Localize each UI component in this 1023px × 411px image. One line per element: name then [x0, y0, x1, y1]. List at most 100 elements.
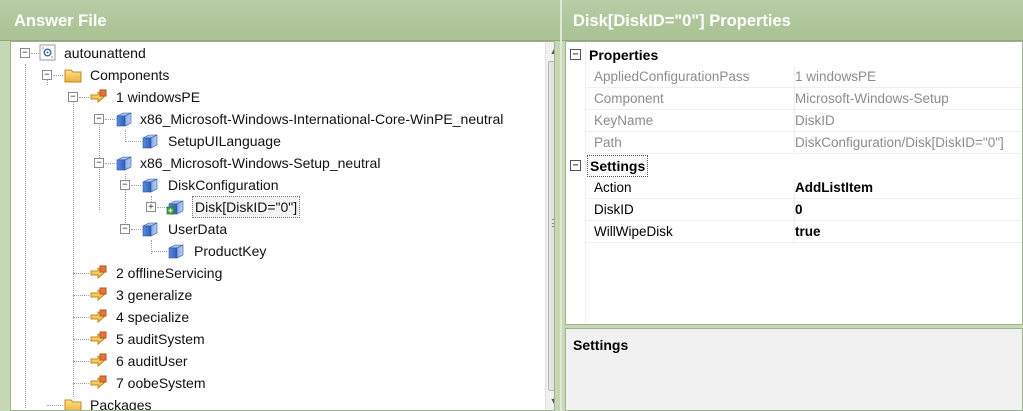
- tree-node-label: ProductKey: [194, 243, 267, 259]
- tree-node-label: Packages: [90, 397, 152, 411]
- property-grid-gutter: [566, 42, 586, 324]
- property-name: KeyName: [594, 113, 654, 128]
- tree-node-setupuilanguage[interactable]: SetupUILanguage: [11, 130, 541, 152]
- properties-pane: Disk[DiskID="0"] Properties − Properties…: [562, 0, 1023, 411]
- property-grid[interactable]: − Properties AppliedConfigurationPass 1 …: [565, 41, 1023, 325]
- category-label: Settings: [587, 155, 649, 177]
- list-item-cube-icon: [166, 200, 184, 215]
- property-value: 1 windowsPE: [794, 66, 1022, 88]
- config-pass-icon: [90, 375, 107, 390]
- category-collapse-toggle[interactable]: −: [570, 160, 581, 171]
- tree-node-label: DiskConfiguration: [168, 177, 279, 193]
- properties-pane-title: Disk[DiskID="0"] Properties: [562, 0, 1023, 41]
- property-name: DiskID: [594, 202, 634, 217]
- tree-node-label: 3 generalize: [116, 287, 193, 303]
- tree-node-label: SetupUILanguage: [168, 133, 281, 149]
- tree-node-windows-setup[interactable]: − x86_Microsoft-Windows-Setup_neutral: [11, 152, 541, 174]
- config-pass-icon: [90, 89, 107, 104]
- tree-node-label: Components: [90, 67, 170, 83]
- property-name: AppliedConfigurationPass: [594, 69, 750, 84]
- component-cube-icon: [142, 178, 158, 193]
- tree-node-packages[interactable]: Packages: [11, 394, 541, 411]
- property-name: Path: [594, 135, 622, 150]
- tree-node-label: autounattend: [64, 45, 146, 61]
- answer-file-pane: Answer File − autounattend − Components …: [0, 0, 560, 411]
- tree-node-oobesystem[interactable]: 7 oobeSystem: [11, 372, 541, 394]
- expand-toggle[interactable]: +: [146, 202, 156, 212]
- grip-icon: [552, 219, 554, 227]
- property-row-action[interactable]: Action AddListItem: [586, 177, 1022, 199]
- property-row-component[interactable]: Component Microsoft-Windows-Setup: [586, 88, 1022, 110]
- tree-node-diskconfiguration[interactable]: − DiskConfiguration: [11, 174, 541, 196]
- tree-connector: [53, 75, 63, 76]
- property-row-path[interactable]: Path DiskConfiguration/Disk[DiskID="0"]: [586, 132, 1022, 154]
- property-row-keyname[interactable]: KeyName DiskID: [586, 110, 1022, 132]
- tree-connector: [73, 361, 89, 362]
- collapse-toggle[interactable]: −: [42, 70, 52, 80]
- collapse-toggle[interactable]: −: [20, 48, 30, 58]
- tree-node-generalize[interactable]: 3 generalize: [11, 284, 541, 306]
- property-value: DiskConfiguration/Disk[DiskID="0"]: [794, 132, 1022, 154]
- tree-node-userdata[interactable]: − UserData: [11, 218, 541, 240]
- tree-node-label: 6 auditUser: [116, 353, 188, 369]
- tree-scrollbar[interactable]: ▲ ▼: [545, 42, 554, 410]
- category-settings[interactable]: − Settings: [566, 155, 1022, 177]
- answer-file-pane-title: Answer File: [0, 0, 560, 41]
- tree-connector: [73, 273, 89, 274]
- tree-node-label: 7 oobeSystem: [116, 375, 206, 391]
- category-properties[interactable]: − Properties: [566, 44, 1022, 66]
- tree-connector: [47, 405, 63, 406]
- tree-node-label: 1 windowsPE: [116, 89, 201, 105]
- config-pass-icon: [90, 265, 107, 280]
- collapse-toggle[interactable]: −: [120, 180, 130, 190]
- component-cube-icon: [116, 156, 132, 171]
- tree-connector: [73, 383, 89, 384]
- collapse-toggle[interactable]: −: [94, 158, 104, 168]
- property-value[interactable]: 0: [794, 199, 1022, 221]
- tree-node-offlineservicing[interactable]: 2 offlineServicing: [11, 262, 541, 284]
- tree-node-international-core-winpe[interactable]: − x86_Microsoft-Windows-International-Co…: [11, 108, 541, 130]
- tree-node-productkey[interactable]: ProductKey: [11, 240, 541, 262]
- scroll-up-arrow-icon[interactable]: ▲: [546, 42, 554, 59]
- property-value[interactable]: AddListItem: [794, 177, 1022, 199]
- component-cube-icon: [116, 112, 132, 127]
- property-row-diskid[interactable]: DiskID 0: [586, 199, 1022, 221]
- component-cube-icon: [142, 134, 158, 149]
- tree-connector: [73, 317, 89, 318]
- component-cube-icon: [168, 244, 184, 259]
- answer-file-tree[interactable]: − autounattend − Components − 1 windowsP…: [10, 41, 555, 411]
- tree-node-windowspe[interactable]: − 1 windowsPE: [11, 86, 541, 108]
- tree-node-auditsystem[interactable]: 5 auditSystem: [11, 328, 541, 350]
- tree-node-audituser[interactable]: 6 auditUser: [11, 350, 541, 372]
- tree-connector: [73, 339, 89, 340]
- tree-node-components[interactable]: − Components: [11, 64, 541, 86]
- answer-file-icon: [39, 44, 56, 61]
- config-pass-icon: [90, 309, 107, 324]
- collapse-toggle[interactable]: −: [68, 92, 78, 102]
- tree-node-label: 2 offlineServicing: [116, 265, 223, 281]
- category-collapse-toggle[interactable]: −: [570, 49, 581, 60]
- tree-node-label: Disk[DiskID="0"]: [192, 196, 301, 218]
- tree-node-specialize[interactable]: 4 specialize: [11, 306, 541, 328]
- tree-connector: [151, 251, 167, 252]
- description-panel: Settings: [565, 328, 1023, 411]
- property-name: WillWipeDisk: [594, 224, 673, 239]
- tree-node-label: 5 auditSystem: [116, 331, 205, 347]
- config-pass-icon: [90, 331, 107, 346]
- tree-node-disk-0[interactable]: + Disk[DiskID="0"]: [11, 196, 541, 218]
- config-pass-icon: [90, 353, 107, 368]
- tree-node-autounattend[interactable]: − autounattend: [11, 42, 541, 64]
- tree-node-label: x86_Microsoft-Windows-Setup_neutral: [140, 155, 381, 171]
- scroll-down-arrow-icon[interactable]: ▼: [546, 393, 554, 410]
- property-name: Component: [594, 91, 664, 106]
- property-row-appliedconfigurationpass[interactable]: AppliedConfigurationPass 1 windowsPE: [586, 66, 1022, 88]
- scroll-thumb[interactable]: [548, 61, 554, 391]
- property-value[interactable]: true: [794, 221, 1022, 243]
- collapse-toggle[interactable]: −: [120, 224, 130, 234]
- description-title: Settings: [573, 337, 629, 353]
- folder-icon: [64, 69, 82, 83]
- property-name: Action: [594, 180, 632, 195]
- tree-node-label: 4 specialize: [116, 309, 190, 325]
- collapse-toggle[interactable]: −: [94, 114, 104, 124]
- property-row-willwipedisk[interactable]: WillWipeDisk true: [586, 221, 1022, 243]
